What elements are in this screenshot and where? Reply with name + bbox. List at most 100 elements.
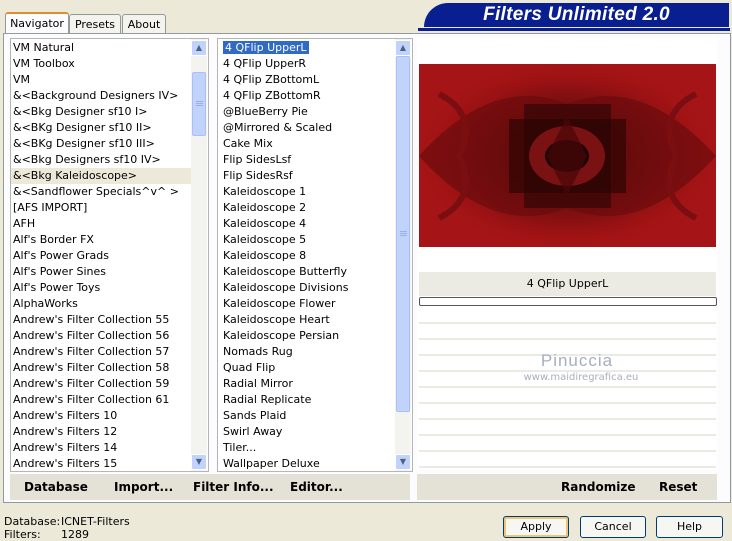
category-item[interactable]: VM <box>11 72 191 88</box>
item-label: VM <box>13 73 31 86</box>
watermark-url: www.maidiregrafica.eu <box>523 372 639 383</box>
filter-item[interactable]: 4 QFlip UpperL <box>221 40 397 56</box>
help-button[interactable]: Help <box>656 516 723 538</box>
scroll-up-icon[interactable]: ▲ <box>395 40 411 56</box>
filter-item[interactable]: Kaleidoscope Butterfly <box>221 264 397 280</box>
category-item[interactable]: Andrew's Filters 15 <box>11 456 191 471</box>
filter-item[interactable]: Kaleidoscope Divisions <box>221 280 397 296</box>
editor-button[interactable]: Editor... <box>290 474 343 500</box>
filter-scrollbar[interactable]: ▲ ▼ <box>395 39 411 471</box>
left-toolbar: Database Import... Filter Info... Editor… <box>10 474 410 500</box>
category-scrollbar[interactable]: ▲ ▼ <box>191 39 207 471</box>
filter-item[interactable]: Kaleidoscope 8 <box>221 248 397 264</box>
import-button[interactable]: Import... <box>114 474 173 500</box>
category-item[interactable]: &<Bkg Designers sf10 IV> <box>11 152 191 168</box>
filter-item[interactable]: @Mirrored & Scaled <box>221 120 397 136</box>
filter-item[interactable]: Cake Mix <box>221 136 397 152</box>
filter-item[interactable]: Sands Plaid <box>221 408 397 424</box>
item-label: 4 QFlip ZBottomR <box>223 89 321 102</box>
filter-item[interactable]: Nomads Rug <box>221 344 397 360</box>
scroll-up-icon[interactable]: ▲ <box>191 40 207 56</box>
category-item[interactable]: &<Sandflower Specials^v^ > <box>11 184 191 200</box>
filter-item[interactable]: 4 QFlip ZBottomL <box>221 72 397 88</box>
category-item[interactable]: Andrew's Filter Collection 55 <box>11 312 191 328</box>
category-item[interactable]: Andrew's Filter Collection 59 <box>11 376 191 392</box>
reset-button[interactable]: Reset <box>659 474 697 500</box>
category-item[interactable]: [AFS IMPORT] <box>11 200 191 216</box>
filter-item[interactable]: Kaleidoscope Heart <box>221 312 397 328</box>
scroll-thumb[interactable] <box>192 72 206 136</box>
filter-item[interactable]: @BlueBerry Pie <box>221 104 397 120</box>
item-label: 4 QFlip UpperR <box>223 57 307 70</box>
category-item[interactable]: &<Bkg Kaleidoscope> <box>11 168 191 184</box>
category-list[interactable]: VM Natural VM Toolbox VM &<Background Desig… <box>11 40 191 471</box>
item-label: Alf's Border FX <box>13 233 94 246</box>
category-item[interactable]: Andrew's Filter Collection 56 <box>11 328 191 344</box>
item-label: VM Toolbox <box>13 57 75 70</box>
category-item[interactable]: VM Toolbox <box>11 56 191 72</box>
item-label: Radial Replicate <box>223 393 312 406</box>
filter-item[interactable]: Kaleidoscope 4 <box>221 216 397 232</box>
item-label: Andrew's Filter Collection 55 <box>13 313 170 326</box>
item-label: Kaleidoscope 1 <box>223 185 307 198</box>
tab-presets[interactable]: Presets <box>69 14 121 35</box>
scroll-thumb[interactable] <box>396 56 410 412</box>
filter-item[interactable]: Radial Replicate <box>221 392 397 408</box>
scroll-down-icon[interactable]: ▼ <box>395 454 411 470</box>
scroll-down-icon[interactable]: ▼ <box>191 454 207 470</box>
item-label: Kaleidoscope Heart <box>223 313 330 326</box>
filter-item[interactable]: Flip SidesRsf <box>221 168 397 184</box>
filter-item[interactable]: Kaleidoscope 2 <box>221 200 397 216</box>
category-item[interactable]: Andrew's Filter Collection 58 <box>11 360 191 376</box>
tab-about[interactable]: About <box>122 14 166 35</box>
category-item[interactable]: Alf's Power Toys <box>11 280 191 296</box>
filter-item[interactable]: Flip SidesLsf <box>221 152 397 168</box>
filter-item[interactable]: Kaleidoscope 5 <box>221 232 397 248</box>
item-label: Flip SidesLsf <box>223 153 292 166</box>
category-item[interactable]: Alf's Border FX <box>11 232 191 248</box>
category-item[interactable]: Andrew's Filters 10 <box>11 408 191 424</box>
apply-button[interactable]: Apply <box>503 516 569 538</box>
item-label: Radial Mirror <box>223 377 293 390</box>
filter-item[interactable]: Swirl Away <box>221 424 397 440</box>
randomize-button[interactable]: Randomize <box>561 474 635 500</box>
item-label: Wallpaper Deluxe <box>223 457 320 470</box>
filter-item[interactable]: Kaleidoscope 1 <box>221 184 397 200</box>
category-item[interactable]: VM Natural <box>11 40 191 56</box>
category-item[interactable]: AFH <box>11 216 191 232</box>
tab-navigator[interactable]: Navigator <box>5 12 69 35</box>
app-title: Filters Unlimited 2.0 <box>424 3 729 27</box>
item-label: Tiler... <box>223 441 257 454</box>
category-item[interactable]: Andrew's Filter Collection 61 <box>11 392 191 408</box>
category-item[interactable]: &<Background Designers IV> <box>11 88 191 104</box>
item-label: &<Background Designers IV> <box>13 89 179 102</box>
category-item[interactable]: Andrew's Filter Collection 57 <box>11 344 191 360</box>
filter-info-button[interactable]: Filter Info... <box>193 474 274 500</box>
cancel-button[interactable]: Cancel <box>580 516 646 538</box>
filter-item[interactable]: Wallpaper Deluxe <box>221 456 397 471</box>
category-item[interactable]: AlphaWorks <box>11 296 191 312</box>
item-label: Kaleidoscope Flower <box>223 297 336 310</box>
filter-item[interactable]: Tiler... <box>221 440 397 456</box>
item-label: Sands Plaid <box>223 409 287 422</box>
category-item[interactable]: Andrew's Filters 12 <box>11 424 191 440</box>
filter-item[interactable]: 4 QFlip ZBottomR <box>221 88 397 104</box>
kaleidoscope-preview-graphic <box>419 64 716 247</box>
filter-item[interactable]: Radial Mirror <box>221 376 397 392</box>
filter-item[interactable]: Kaleidoscope Persian <box>221 328 397 344</box>
item-label: Andrew's Filter Collection 61 <box>13 393 170 406</box>
status-filters-value: 1289 <box>61 528 89 541</box>
category-item[interactable]: &<Bkg Designer sf10 I> <box>11 104 191 120</box>
filter-item[interactable]: Kaleidoscope Flower <box>221 296 397 312</box>
filter-item[interactable]: Quad Flip <box>221 360 397 376</box>
category-item[interactable]: &<BKg Designer sf10 III> <box>11 136 191 152</box>
item-label: Andrew's Filter Collection 58 <box>13 361 170 374</box>
category-item[interactable]: Andrew's Filters 14 <box>11 440 191 456</box>
item-label: AlphaWorks <box>13 297 78 310</box>
category-item[interactable]: Alf's Power Grads <box>11 248 191 264</box>
category-item[interactable]: Alf's Power Sines <box>11 264 191 280</box>
category-item[interactable]: &<BKg Designer sf10 II> <box>11 120 191 136</box>
filter-list[interactable]: 4 QFlip UpperL 4 QFlip UpperR 4 QFlip ZBot… <box>221 40 397 471</box>
database-button[interactable]: Database <box>24 474 88 500</box>
filter-item[interactable]: 4 QFlip UpperR <box>221 56 397 72</box>
